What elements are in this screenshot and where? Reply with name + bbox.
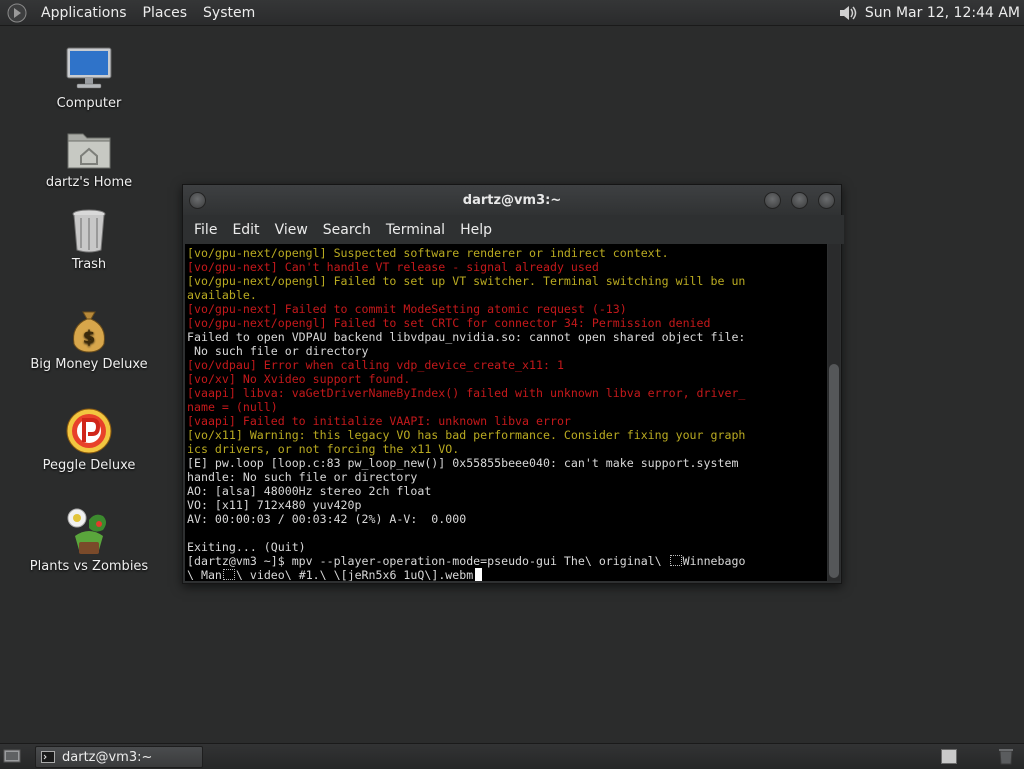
prompt-text: \ video\ #1.\ \[jeRn5x6_1uQ\].webm [235, 568, 474, 581]
desktop-icon-peggle[interactable]: Peggle Deluxe [14, 407, 164, 473]
terminal-line: available. [187, 288, 257, 302]
trash-can-icon [72, 209, 106, 253]
desktop-icon-home[interactable]: dartz's Home [14, 128, 164, 190]
terminal-menubar: File Edit View Search Terminal Help [183, 215, 844, 244]
money-bag-icon: $ [73, 311, 105, 353]
menu-terminal[interactable]: Terminal [378, 222, 452, 238]
terminal-line: ics drivers, or not forcing the x11 VO. [187, 442, 460, 456]
top-panel: Applications Places System Sun Mar 12, 1… [0, 0, 1024, 26]
menu-view[interactable]: View [267, 222, 315, 238]
window-menu-icon[interactable] [189, 192, 206, 209]
bottom-panel: dartz@vm3:~ [0, 743, 1024, 769]
desktop-icon-label: Peggle Deluxe [42, 458, 136, 473]
terminal-icon [41, 751, 55, 763]
prompt-text: \ Man [187, 568, 222, 581]
svg-text:$: $ [83, 327, 96, 348]
window-title: dartz@vm3:~ [462, 192, 562, 208]
terminal-output[interactable]: [vo/gpu-next/opengl] Suspected software … [185, 244, 827, 581]
terminal-line: [vo/gpu-next/opengl] Failed to set up VT… [187, 274, 746, 288]
peggle-icon [66, 408, 112, 454]
desktop-icon-big-money[interactable]: $ Big Money Deluxe [14, 308, 164, 372]
terminal-line: [vo/gpu-next/opengl] Failed to set CRTC … [187, 316, 711, 330]
terminal-line: [vo/gpu-next] Can't handle VT release - … [187, 260, 599, 274]
desktop-icon-label: Plants vs Zombies [29, 559, 149, 574]
text-cursor [475, 568, 483, 581]
terminal-line: [vo/gpu-next/opengl] Suspected software … [187, 246, 669, 260]
terminal-line: No such file or directory [187, 344, 369, 358]
terminal-line: AV: 00:00:03 / 00:03:42 (2%) A-V: 0.000 [187, 512, 467, 526]
terminal-scrollbar[interactable] [828, 244, 840, 581]
desktop-icon-trash[interactable]: Trash [14, 208, 164, 272]
scrollbar-thumb[interactable] [829, 364, 839, 578]
show-desktop-icon[interactable] [3, 748, 21, 764]
desktop-icon-label: Trash [71, 257, 107, 272]
terminal-line: handle: No such file or directory [187, 470, 418, 484]
minimize-icon[interactable] [764, 192, 781, 209]
terminal-line: [vo/gpu-next] Failed to commit ModeSetti… [187, 302, 627, 316]
trash-applet-icon[interactable] [997, 747, 1015, 765]
terminal-line: VO: [x11] 712x480 yuv420p [187, 498, 362, 512]
terminal-line: name = (null) [187, 400, 278, 414]
terminal-window[interactable]: dartz@vm3:~ File Edit View Search Termin… [182, 184, 844, 584]
desktop-icon-label: Big Money Deluxe [30, 357, 148, 372]
unprintable-char [669, 555, 682, 566]
desktop-icon-plants-vs-zombies[interactable]: Plants vs Zombies [14, 506, 164, 574]
window-titlebar[interactable]: dartz@vm3:~ [183, 185, 841, 215]
desktop-icon-label: dartz's Home [45, 175, 133, 190]
terminal-line: [vaapi] libva: vaGetDriverNameByIndex() … [187, 386, 746, 400]
taskbar-button-terminal[interactable]: dartz@vm3:~ [35, 746, 203, 768]
menu-applications[interactable]: Applications [33, 5, 135, 21]
clock[interactable]: Sun Mar 12, 12:44 AM [865, 5, 1020, 21]
speaker-volume-icon[interactable] [837, 3, 859, 23]
terminal-line: [E] pw.loop [loop.c:83 pw_loop_new()] 0x… [187, 456, 739, 470]
gnome-foot-icon[interactable] [7, 3, 27, 23]
close-icon[interactable] [818, 192, 835, 209]
prompt-line-2: \ Man \ video\ #1.\ \[jeRn5x6_1uQ\].webm [187, 568, 827, 581]
menu-file[interactable]: File [186, 222, 224, 238]
workspace-switcher-icon[interactable] [941, 749, 957, 764]
terminal-line: [vo/x11] Warning: this legacy VO has bad… [187, 428, 746, 442]
menu-system[interactable]: System [195, 5, 263, 21]
prompt-text: [dartz@vm3 ~]$ mpv --player-operation-mo… [187, 554, 669, 568]
desktop-icon-computer[interactable]: Computer [14, 45, 164, 111]
terminal-line: [vo/xv] No Xvideo support found. [187, 372, 411, 386]
home-folder-icon [67, 133, 111, 169]
menu-edit[interactable]: Edit [224, 222, 266, 238]
terminal-line: Failed to open VDPAU backend libvdpau_nv… [187, 330, 746, 344]
terminal-lines: [vo/gpu-next/opengl] Suspected software … [187, 246, 827, 554]
terminal-line: Exiting... (Quit) [187, 540, 306, 554]
terminal-line: [vaapi] Failed to initialize VAAPI: unkn… [187, 414, 571, 428]
menu-search[interactable]: Search [315, 222, 378, 238]
menu-help[interactable]: Help [452, 222, 499, 238]
terminal-line: AO: [alsa] 48000Hz stereo 2ch float [187, 484, 432, 498]
unprintable-char [222, 569, 235, 580]
maximize-icon[interactable] [791, 192, 808, 209]
prompt-line-1: [dartz@vm3 ~]$ mpv --player-operation-mo… [187, 554, 827, 568]
prompt-text: Winnebago [682, 554, 746, 568]
desktop-icon-label: Computer [56, 96, 122, 111]
computer-monitor-icon [66, 47, 112, 89]
plants-vs-zombies-icon [67, 508, 106, 554]
terminal-line: [vo/vdpau] Error when calling vdp_device… [187, 358, 564, 372]
menu-places[interactable]: Places [135, 5, 196, 21]
taskbar-button-label: dartz@vm3:~ [62, 749, 153, 765]
